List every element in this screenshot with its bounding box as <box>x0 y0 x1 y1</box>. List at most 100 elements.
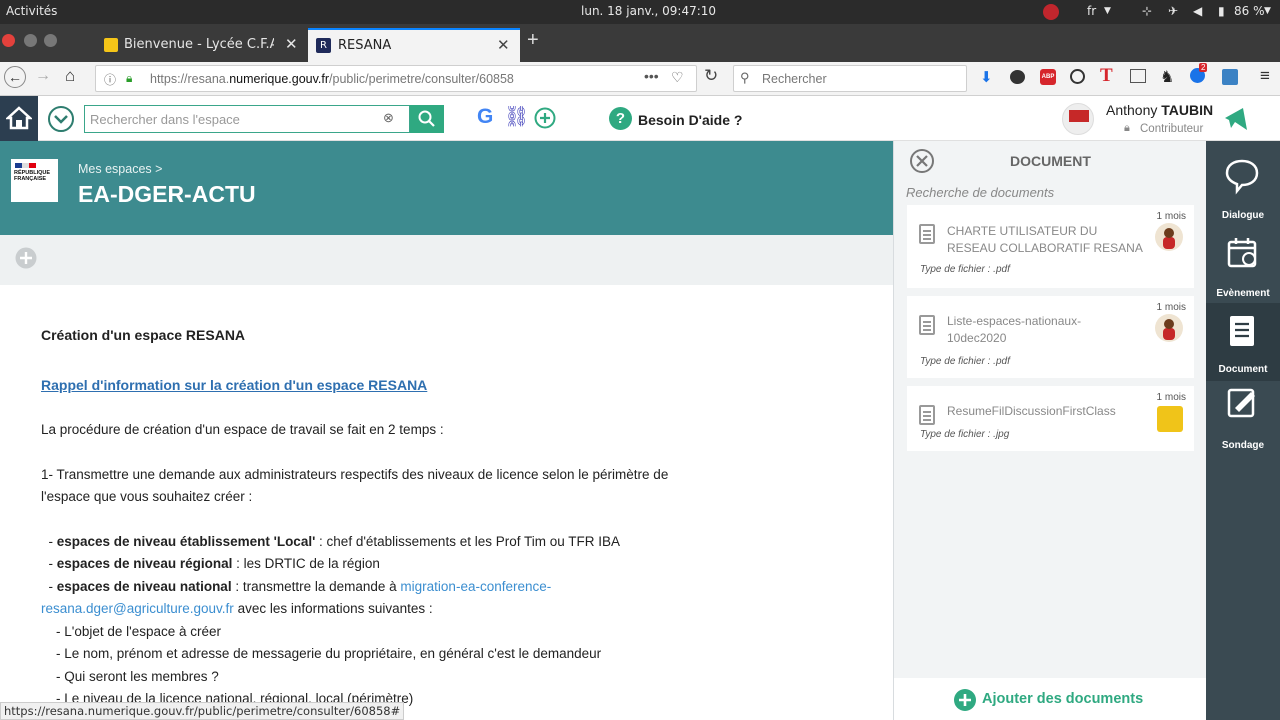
home-button[interactable] <box>0 96 38 141</box>
reload-icon[interactable]: ↻ <box>704 66 718 86</box>
help-icon[interactable]: ? <box>609 107 632 130</box>
nav-document[interactable]: Document <box>1206 303 1280 381</box>
document-card[interactable]: ResumeFilDiscussionFirstClass 1 mois Typ… <box>907 386 1194 451</box>
add-icon[interactable] <box>534 107 556 129</box>
page-actions-icon[interactable]: ••• <box>644 68 659 84</box>
poll-icon <box>1227 388 1255 418</box>
help-link[interactable]: Besoin D'aide ? <box>638 112 742 128</box>
home-icon[interactable]: ⌂ <box>65 66 75 86</box>
google-icon[interactable]: G <box>477 105 493 129</box>
clock[interactable]: lun. 18 janv., 09:47:10 <box>581 4 716 18</box>
space-search-placeholder: Rechercher dans l'espace <box>90 112 240 127</box>
resana-favicon-icon: R <box>316 38 331 53</box>
paragraph-2b: l'espace que vous souhaitez créer : <box>41 489 253 504</box>
extension-icon[interactable] <box>1010 70 1025 84</box>
tab-resana[interactable]: R RESANA ✕ <box>308 28 520 62</box>
new-tab-icon[interactable]: + <box>527 29 539 52</box>
menu-icon[interactable]: ≡ <box>1260 66 1270 86</box>
document-card[interactable]: CHARTE UTILISATEUR DU RESEAU COLLABORATI… <box>907 205 1194 288</box>
author-avatar <box>1155 223 1183 251</box>
paragraph-1: La procédure de création d'un espace de … <box>41 422 444 437</box>
avatar-head <box>1164 319 1174 329</box>
breadcrumb[interactable]: Mes espaces > <box>78 162 162 176</box>
page-title: EA-DGER-ACTU <box>78 181 256 207</box>
maximize-window-icon[interactable] <box>44 34 57 47</box>
avatar-logo-left <box>1069 110 1079 122</box>
url-field[interactable]: ⓘ 🔒︎ https://resana.numerique.gouv.fr/pu… <box>95 65 697 92</box>
lock-icon[interactable]: 🔒︎ <box>126 71 132 86</box>
user-name[interactable]: Anthony TAUBIN <box>1106 102 1213 118</box>
list-item-regional: - espaces de niveau régional : les DRTIC… <box>41 556 380 571</box>
article-heading: Création d'un espace RESANA <box>41 327 246 343</box>
download-icon[interactable]: ⬇ <box>980 68 993 86</box>
republique-francaise-logo: RÉPUBLIQUE FRANÇAISE <box>11 159 58 202</box>
minimize-window-icon[interactable] <box>24 34 37 47</box>
avatar[interactable] <box>1062 103 1094 135</box>
add-documents-button[interactable]: Ajouter des documents <box>894 678 1207 720</box>
flag-white <box>22 163 29 168</box>
adblock-icon[interactable]: ABP <box>1040 69 1056 85</box>
language-indicator[interactable]: fr <box>1087 4 1096 18</box>
info-link[interactable]: Rappel d'information sur la création d'u… <box>41 374 427 397</box>
nav-label: Evènement <box>1216 288 1270 299</box>
email-link-part2[interactable]: resana.dger@agriculture.gouv.fr <box>41 601 234 616</box>
flag-blue <box>15 163 22 168</box>
add-icon <box>954 689 976 711</box>
document-name[interactable]: CHARTE UTILISATEUR DU RESEAU COLLABORATI… <box>947 223 1147 257</box>
file-icon <box>919 224 935 244</box>
chevron-down-icon[interactable] <box>47 105 75 133</box>
pocket-icon[interactable]: ♡ <box>671 69 684 86</box>
link-icon[interactable]: ⛓ <box>504 104 529 129</box>
close-tab-icon[interactable]: ✕ <box>285 35 298 53</box>
clear-icon[interactable]: ⊗ <box>383 110 394 126</box>
status-url-bar: https://resana.numerique.gouv.fr/public/… <box>0 702 405 720</box>
extension-bird-icon[interactable]: ♞ <box>1160 67 1174 87</box>
close-tab-icon[interactable]: ✕ <box>497 36 510 54</box>
document-name[interactable]: Liste-espaces-nationaux-10dec2020 <box>947 313 1092 347</box>
screenshot-icon[interactable] <box>1130 69 1146 83</box>
sublist-item: - L'objet de l'espace à créer <box>56 624 221 639</box>
translate-icon[interactable]: T <box>1100 65 1113 87</box>
add-widget-icon[interactable] <box>15 247 37 269</box>
back-icon[interactable]: ← <box>4 66 26 88</box>
author-avatar <box>1157 406 1183 432</box>
activities-button[interactable]: Activités <box>6 4 57 18</box>
document-icon <box>1230 316 1254 346</box>
list-item-local: - espaces de niveau établissement 'Local… <box>41 534 621 549</box>
megaphone-icon[interactable] <box>1223 106 1249 132</box>
nav-evenement[interactable]: Evènement <box>1206 229 1280 305</box>
system-menu-chevron-icon[interactable]: ▼ <box>1264 6 1271 16</box>
search-placeholder: Rechercher <box>762 72 827 86</box>
battery-level: 86 % <box>1234 4 1265 18</box>
chevron-down-icon: ▼ <box>1104 6 1111 16</box>
nav-dialogue[interactable]: Dialogue <box>1206 151 1280 227</box>
toolbar-strip <box>0 235 893 285</box>
file-type: Type de fichier : .pdf <box>920 264 1010 275</box>
nav-sondage[interactable]: Sondage <box>1206 381 1280 457</box>
close-window-icon[interactable] <box>2 34 15 47</box>
nav-label: Sondage <box>1221 440 1265 451</box>
nav-label: Document <box>1218 364 1268 375</box>
browser-tab-bar: Bienvenue - Lycée C.F.A. du ✕ R RESANA ✕… <box>0 24 1280 62</box>
document-age: 1 mois <box>1156 392 1186 403</box>
record-icon[interactable] <box>1043 4 1059 20</box>
tab-title: Bienvenue - Lycée C.F.A. du <box>124 37 274 52</box>
document-name[interactable]: ResumeFilDiscussionFirstClass <box>947 403 1147 420</box>
document-age: 1 mois <box>1156 211 1186 222</box>
tab-lycee[interactable]: Bienvenue - Lycée C.F.A. du ✕ <box>97 28 307 62</box>
space-search-input[interactable]: Rechercher dans l'espace ⊗ <box>84 105 410 133</box>
network-icon: ⊹ <box>1142 4 1153 18</box>
avatar-body <box>1163 237 1175 249</box>
email-link-part1[interactable]: migration-ea-conference- <box>400 579 551 594</box>
list-item-national: - espaces de niveau national : transmett… <box>41 579 552 594</box>
browser-search-field[interactable]: ⚲ Rechercher <box>733 65 967 92</box>
info-icon[interactable]: ⓘ <box>104 71 116 88</box>
document-card[interactable]: Liste-espaces-nationaux-10dec2020 1 mois… <box>907 296 1194 378</box>
side-navigation: Dialogue Evènement Document Sondage <box>1206 141 1280 720</box>
document-search-label[interactable]: Recherche de documents <box>906 185 1054 200</box>
forward-icon[interactable]: → <box>35 67 51 85</box>
search-button[interactable] <box>410 105 444 133</box>
privacy-icon[interactable] <box>1070 69 1085 84</box>
sync-icon[interactable] <box>1222 69 1238 85</box>
file-type: Type de fichier : .jpg <box>920 429 1010 440</box>
